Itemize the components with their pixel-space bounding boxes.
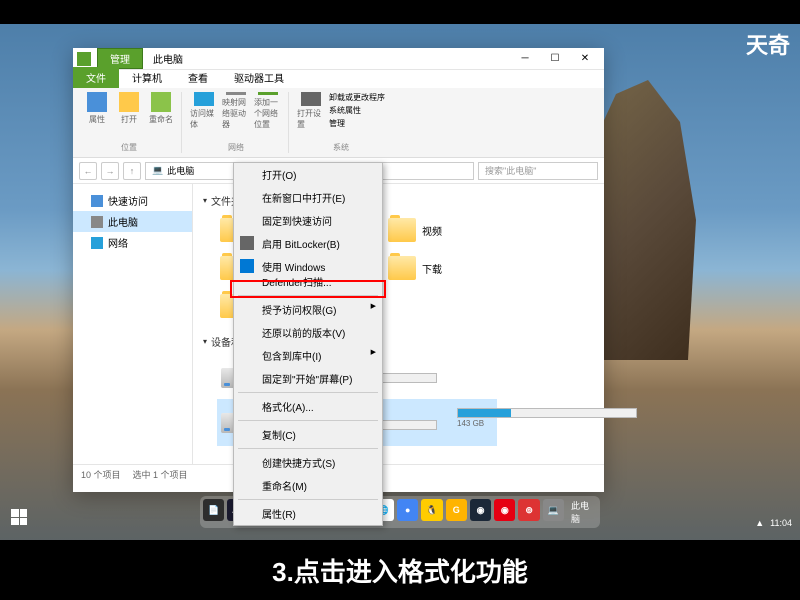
start-button[interactable] (8, 506, 30, 528)
context-menu-item[interactable]: 固定到快速访问 (234, 209, 382, 232)
rename-button[interactable]: 重命名 (147, 92, 175, 130)
media-button[interactable]: 访问媒体 (190, 92, 218, 130)
dock-app-icon[interactable]: ● (397, 499, 418, 521)
minimize-button[interactable]: ─ (510, 49, 540, 69)
folder-icon (388, 218, 416, 242)
properties-button[interactable]: 属性 (83, 92, 111, 130)
sidebar-item-quickaccess[interactable]: 快速访问 (73, 190, 192, 211)
windows-logo-icon (11, 509, 27, 525)
manage-link[interactable]: 管理 (329, 118, 385, 129)
watermark: 天奇 (746, 28, 790, 60)
context-menu-item[interactable]: 重命名(M) (234, 474, 382, 497)
context-menu-item[interactable]: 格式化(A)... (234, 395, 382, 418)
context-menu-item[interactable]: 固定到"开始"屏幕(P) (234, 367, 382, 390)
context-menu-item[interactable]: 复制(C) (234, 423, 382, 446)
menu-separator (238, 420, 378, 421)
folder-icon (388, 256, 416, 280)
uninstall-link[interactable]: 卸载或更改程序 (329, 92, 385, 103)
ribbon: 属性 打开 重命名 位置 访问媒体 映射网络驱动器 添加一个网络位置 网络 打开… (73, 88, 604, 158)
dock-app-icon[interactable]: 💻 (543, 499, 564, 521)
dock-label: 此电脑 (571, 499, 597, 525)
context-menu-item[interactable]: 使用 Windows Defender扫描... (234, 255, 382, 293)
up-button[interactable]: ↑ (123, 162, 141, 180)
tab-computer[interactable]: 计算机 (119, 67, 175, 88)
maximize-button[interactable]: ☐ (540, 49, 570, 69)
context-menu-item[interactable]: 授予访问权限(G) (234, 298, 382, 321)
selected-count: 选中 1 个项目 (133, 468, 188, 481)
sidebar-item-network[interactable]: 网络 (73, 232, 192, 253)
dock-app-icon[interactable]: ◉ (470, 499, 491, 521)
ribbon-group-label: 位置 (121, 142, 137, 153)
bitlocker-icon (240, 236, 254, 250)
ribbon-group-location: 属性 打开 重命名 位置 (77, 92, 182, 153)
star-icon (91, 195, 103, 207)
tutorial-subtitle: 3.点击进入格式化功能 (272, 552, 528, 589)
clock[interactable]: 11:04 (770, 518, 792, 528)
forward-button[interactable]: → (101, 162, 119, 180)
tab-drive-tools[interactable]: 驱动器工具 (221, 67, 297, 88)
drive-item[interactable]: 143 GB (453, 402, 593, 432)
ribbon-tabs: 文件 计算机 查看 驱动器工具 (73, 70, 604, 88)
dock-app-icon[interactable]: 🐧 (421, 499, 442, 521)
network-icon (91, 237, 103, 249)
letterbox-top (0, 0, 800, 24)
dock-app-icon[interactable]: ⊚ (518, 499, 539, 521)
add-network-button[interactable]: 添加一个网络位置 (254, 92, 282, 130)
navigation-sidebar: 快速访问 此电脑 网络 (73, 184, 193, 464)
computer-icon: 💻 (152, 165, 163, 176)
settings-button[interactable]: 打开设置 (297, 92, 325, 130)
ribbon-group-system: 打开设置 卸载或更改程序 系统属性 管理 系统 (291, 92, 391, 153)
menu-separator (238, 448, 378, 449)
computer-icon (91, 216, 103, 228)
context-menu-item[interactable]: 包含到库中(I) (234, 344, 382, 367)
menu-separator (238, 392, 378, 393)
window-title: 此电脑 (143, 51, 510, 66)
dock-app-icon[interactable]: ◉ (494, 499, 515, 521)
item-count: 10 个项目 (81, 468, 121, 481)
system-tray[interactable]: ▲ 11:04 (755, 518, 792, 528)
ribbon-group-network: 访问媒体 映射网络驱动器 添加一个网络位置 网络 (184, 92, 289, 153)
context-menu-item[interactable]: 打开(O) (234, 163, 382, 186)
context-menu: 打开(O)在新窗口中打开(E)固定到快速访问启用 BitLocker(B)使用 … (233, 162, 383, 526)
context-menu-item[interactable]: 启用 BitLocker(B) (234, 232, 382, 255)
sidebar-item-thispc[interactable]: 此电脑 (73, 211, 192, 232)
context-menu-item[interactable]: 创建快捷方式(S) (234, 451, 382, 474)
tab-file[interactable]: 文件 (73, 67, 119, 88)
letterbox-bottom: 3.点击进入格式化功能 (0, 540, 800, 600)
folder-item[interactable]: 下载 (385, 253, 545, 283)
folder-label: 视频 (422, 223, 442, 238)
ribbon-group-label: 系统 (333, 142, 349, 153)
context-menu-item[interactable]: 在新窗口中打开(E) (234, 186, 382, 209)
menu-separator (238, 499, 378, 500)
window-icon (77, 52, 91, 66)
tray-icon[interactable]: ▲ (755, 518, 764, 528)
dock-app-icon[interactable]: G (446, 499, 467, 521)
context-menu-item[interactable]: 属性(R) (234, 502, 382, 525)
system-props-link[interactable]: 系统属性 (329, 105, 385, 116)
ribbon-group-label: 网络 (228, 142, 244, 153)
menu-separator (238, 295, 378, 296)
search-input[interactable]: 搜索"此电脑" (478, 162, 598, 180)
folder-item[interactable]: 视频 (385, 215, 545, 245)
tab-view[interactable]: 查看 (175, 67, 221, 88)
dock-app-icon[interactable]: 📄 (203, 499, 224, 521)
defender-icon (240, 259, 254, 273)
map-drive-button[interactable]: 映射网络驱动器 (222, 92, 250, 130)
back-button[interactable]: ← (79, 162, 97, 180)
context-menu-item[interactable]: 还原以前的版本(V) (234, 321, 382, 344)
close-button[interactable]: ✕ (570, 49, 600, 69)
folder-label: 下载 (422, 261, 442, 276)
open-button[interactable]: 打开 (115, 92, 143, 130)
manage-tab-badge: 管理 (97, 48, 143, 69)
